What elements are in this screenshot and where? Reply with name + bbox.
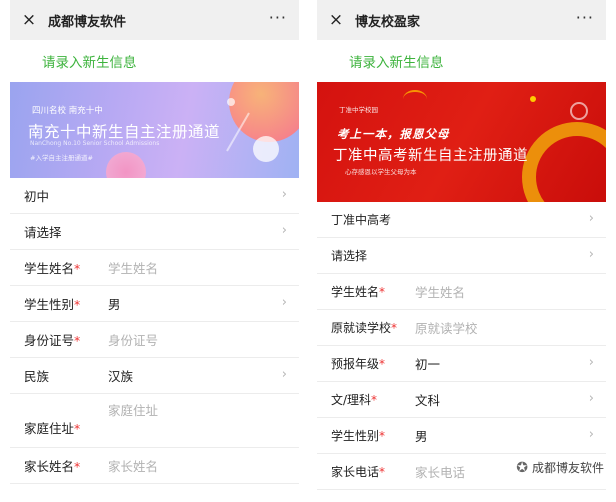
previous-school-field[interactable]: 原就读学校* 原就读学校 xyxy=(317,310,606,346)
grade-select[interactable]: 预报年级* 初一 › xyxy=(317,346,606,382)
row-label: 初中 xyxy=(24,189,50,204)
class-select[interactable]: 请选择 › xyxy=(317,238,606,274)
decorative-circle xyxy=(253,136,279,162)
row-label: 请选择 xyxy=(331,249,368,263)
chevron-right-icon: › xyxy=(588,427,594,442)
banner-tag: #入学自主注册通道# xyxy=(30,154,93,162)
banner-subtitle: NanChong No.10 Senior School Admissions xyxy=(30,140,160,147)
right-phone-screen: × 博友校盈家 ··· 请录入新生信息 丁准中学校园 考上一本，报恩父母 丁准中… xyxy=(317,0,606,502)
left-phone-screen: × 成都博友软件 ··· 请录入新生信息 四川名校 南充十中 南充十中新生自主注… xyxy=(10,0,299,502)
required-mark: * xyxy=(74,421,81,436)
banner-logo-text: 丁准中学校园 xyxy=(339,106,378,114)
id-number-input[interactable]: 身份证号 xyxy=(108,330,158,349)
required-mark: * xyxy=(379,285,386,299)
decorative-circle xyxy=(106,152,146,178)
close-icon[interactable]: × xyxy=(18,11,40,29)
row-label: 丁准中高考 xyxy=(331,213,392,227)
decorative-dot xyxy=(227,98,235,106)
previous-school-input[interactable]: 原就读学校 xyxy=(415,318,478,337)
required-mark: * xyxy=(74,261,81,276)
required-mark: * xyxy=(379,357,386,371)
row-label: 预报年级* xyxy=(331,357,386,371)
row-label: 民族 xyxy=(24,369,50,384)
more-menu-icon[interactable]: ··· xyxy=(576,10,594,26)
form-list: 初中 › 请选择 › 学生姓名* 学生姓名 学生性别* 男 › 身份证号* 身份… xyxy=(10,178,299,484)
row-label: 身份证号* xyxy=(24,333,81,348)
school-logo-icon xyxy=(403,90,427,108)
required-mark: * xyxy=(391,321,398,335)
home-address-input[interactable]: 家庭住址 xyxy=(108,400,158,419)
chevron-right-icon: › xyxy=(281,295,287,310)
home-address-field[interactable]: 家庭住址* 家庭住址 xyxy=(10,394,299,448)
close-icon[interactable]: × xyxy=(325,11,347,29)
required-mark: * xyxy=(379,429,386,443)
form-prompt: 请录入新生信息 xyxy=(349,55,444,71)
watermark-text: 成都博友软件 xyxy=(531,461,604,475)
parent-name-input[interactable]: 家长姓名 xyxy=(108,456,158,475)
student-gender-select[interactable]: 学生性别* 男 › xyxy=(10,286,299,322)
decorative-circle xyxy=(229,82,299,142)
class-select[interactable]: 请选择 › xyxy=(10,214,299,250)
student-gender-value: 男 xyxy=(108,297,121,312)
decorative-ring xyxy=(522,122,606,202)
wechat-icon: ✪ xyxy=(516,459,528,476)
row-label: 学生性别* xyxy=(331,429,386,443)
row-label: 原就读学校* xyxy=(331,321,398,335)
banner-subtitle: 心存感恩以学生父母为本 xyxy=(345,168,417,176)
chevron-right-icon: › xyxy=(588,391,594,406)
required-mark: * xyxy=(379,465,386,479)
parent-name-field[interactable]: 家长姓名* 家长姓名 xyxy=(10,448,299,484)
chevron-right-icon: › xyxy=(588,211,594,226)
title-bar: × 成都博友软件 ··· xyxy=(10,0,299,40)
form-prompt: 请录入新生信息 xyxy=(42,55,137,71)
student-name-field[interactable]: 学生姓名* 学生姓名 xyxy=(317,274,606,310)
decorative-dot xyxy=(530,96,536,102)
row-label: 家庭住址* xyxy=(24,421,81,436)
row-label: 学生姓名* xyxy=(24,261,81,276)
form-list: 丁准中高考 › 请选择 › 学生姓名* 学生姓名 原就读学校* 原就读学校 预报… xyxy=(317,202,606,490)
parent-phone-input[interactable]: 家长电话 xyxy=(415,462,465,481)
window-title: 博友校盈家 xyxy=(355,14,421,30)
row-label: 文/理科* xyxy=(331,393,378,407)
required-mark: * xyxy=(74,297,81,312)
row-label: 家长电话* xyxy=(331,465,386,479)
row-label: 学生姓名* xyxy=(331,285,386,299)
student-name-input[interactable]: 学生姓名 xyxy=(108,258,158,277)
chevron-right-icon: › xyxy=(281,367,287,382)
banner-image: 四川名校 南充十中 南充十中新生自主注册通道 NanChong No.10 Se… xyxy=(10,82,299,178)
banner-slogan: 考上一本，报恩父母 xyxy=(337,127,450,141)
id-number-field[interactable]: 身份证号* 身份证号 xyxy=(10,322,299,358)
student-name-input[interactable]: 学生姓名 xyxy=(415,282,465,301)
school-type-select[interactable]: 初中 › xyxy=(10,178,299,214)
chevron-right-icon: › xyxy=(588,247,594,262)
window-title: 成都博友软件 xyxy=(48,14,127,30)
student-gender-value: 男 xyxy=(415,429,428,444)
required-mark: * xyxy=(74,459,81,474)
ethnicity-value: 汉族 xyxy=(108,369,134,384)
title-bar: × 博友校盈家 ··· xyxy=(317,0,606,40)
chevron-right-icon: › xyxy=(588,355,594,370)
banner-image: 丁准中学校园 考上一本，报恩父母 丁准中高考新生自主注册通道 心存感恩以学生父母… xyxy=(317,82,606,202)
row-label: 请选择 xyxy=(24,225,62,240)
banner-school-line: 四川名校 南充十中 xyxy=(32,106,103,116)
more-menu-icon[interactable]: ··· xyxy=(269,10,287,26)
chevron-right-icon: › xyxy=(281,223,287,238)
grade-value: 初一 xyxy=(415,357,441,372)
required-mark: * xyxy=(74,333,81,348)
subject-track-value: 文科 xyxy=(415,393,441,408)
chevron-right-icon: › xyxy=(281,187,287,202)
row-label: 学生性别* xyxy=(24,297,81,312)
student-name-field[interactable]: 学生姓名* 学生姓名 xyxy=(10,250,299,286)
decorative-ring xyxy=(570,102,588,120)
watermark: ✪ 成都博友软件 xyxy=(516,459,604,476)
exam-type-select[interactable]: 丁准中高考 › xyxy=(317,202,606,238)
student-gender-select[interactable]: 学生性别* 男 › xyxy=(317,418,606,454)
subject-track-select[interactable]: 文/理科* 文科 › xyxy=(317,382,606,418)
banner-title: 丁准中高考新生自主注册通道 xyxy=(333,148,528,164)
required-mark: * xyxy=(371,393,378,407)
row-label: 家长姓名* xyxy=(24,459,81,474)
banner-title: 南充十中新生自主注册通道 xyxy=(28,123,221,141)
ethnicity-select[interactable]: 民族 汉族 › xyxy=(10,358,299,394)
